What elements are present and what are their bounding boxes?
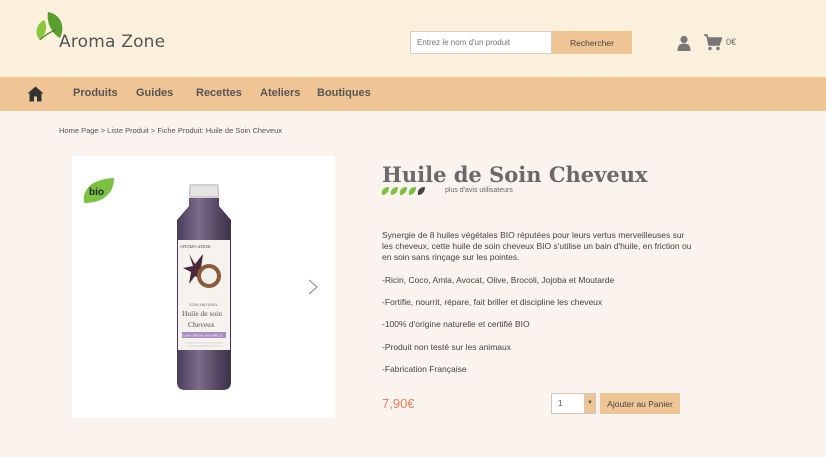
bottle-label-line-4: 100% ORIGINE NATURELLE <box>183 334 222 338</box>
feature-item: -Produit non testé sur les animaux <box>382 342 511 352</box>
bottle-brand-label: AROMA-ZONE <box>180 244 211 249</box>
logo-text[interactable]: Aroma Zone <box>59 32 165 52</box>
user-icon[interactable] <box>677 35 691 51</box>
product-description: Synergie de 8 huiles végétales BIO réput… <box>382 230 692 262</box>
cart-icon[interactable] <box>704 34 722 51</box>
nav-item-recettes[interactable]: Recettes <box>196 87 242 99</box>
bottle-label-line-1: SOIN NATUREL <box>189 302 219 307</box>
nav-item-produits[interactable]: Produits <box>73 87 118 99</box>
home-icon[interactable] <box>27 86 44 102</box>
rating-leaf-icon <box>381 187 389 195</box>
main-nav: Produits Guides Recettes Ateliers Boutiq… <box>0 77 826 111</box>
rating-leaf-icon <box>417 187 425 195</box>
product-title: Huile de Soin Cheveux <box>382 162 648 187</box>
bio-badge-label: bio <box>89 187 104 198</box>
breadcrumb[interactable]: Home Page > Liste Produit > Fiche Produi… <box>59 126 282 135</box>
quantity-select[interactable]: 1 ▼ <box>551 393 596 414</box>
quantity-value: 1 <box>558 399 563 408</box>
feature-item: -Fortifie, nourrit, répare, fait briller… <box>382 297 603 307</box>
rating-leaf-icon <box>399 187 407 195</box>
header: Aroma Zone Rechercher 0€ <box>0 0 826 77</box>
bio-badge: bio <box>83 178 114 203</box>
product-price: 7,90€ <box>382 396 415 411</box>
bottle-label-line-3: Cheveux <box>188 320 215 329</box>
add-to-cart-button[interactable]: Ajouter au Panier <box>600 393 680 414</box>
nav-item-boutiques[interactable]: Boutiques <box>317 87 371 99</box>
quantity-dropdown-icon[interactable]: ▼ <box>584 394 595 413</box>
nav-item-ateliers[interactable]: Ateliers <box>260 87 300 99</box>
next-image-arrow-icon[interactable] <box>306 278 320 296</box>
reviews-link[interactable]: plus d'avis utilisateurs <box>445 187 513 194</box>
rating-leaves <box>381 187 425 195</box>
nav-item-guides[interactable]: Guides <box>136 87 173 99</box>
rating-leaf-icon <box>408 187 416 195</box>
product-bottle-image: AROMA-ZONE SOIN NATUREL Huile de soin Ch… <box>177 184 231 390</box>
feature-item: -Fabrication Française <box>382 364 467 374</box>
cart-total: 0€ <box>726 37 737 47</box>
feature-item: -100% d'origine naturelle et certifié BI… <box>382 319 530 329</box>
feature-item: -Ricin, Coco, Amla, Avocat, Olive, Broco… <box>382 275 615 285</box>
bottle-label-line-2: Huile de soin <box>182 309 222 318</box>
rating-leaf-icon <box>390 187 398 195</box>
search-input[interactable] <box>410 31 552 54</box>
search-button[interactable]: Rechercher <box>552 31 632 54</box>
